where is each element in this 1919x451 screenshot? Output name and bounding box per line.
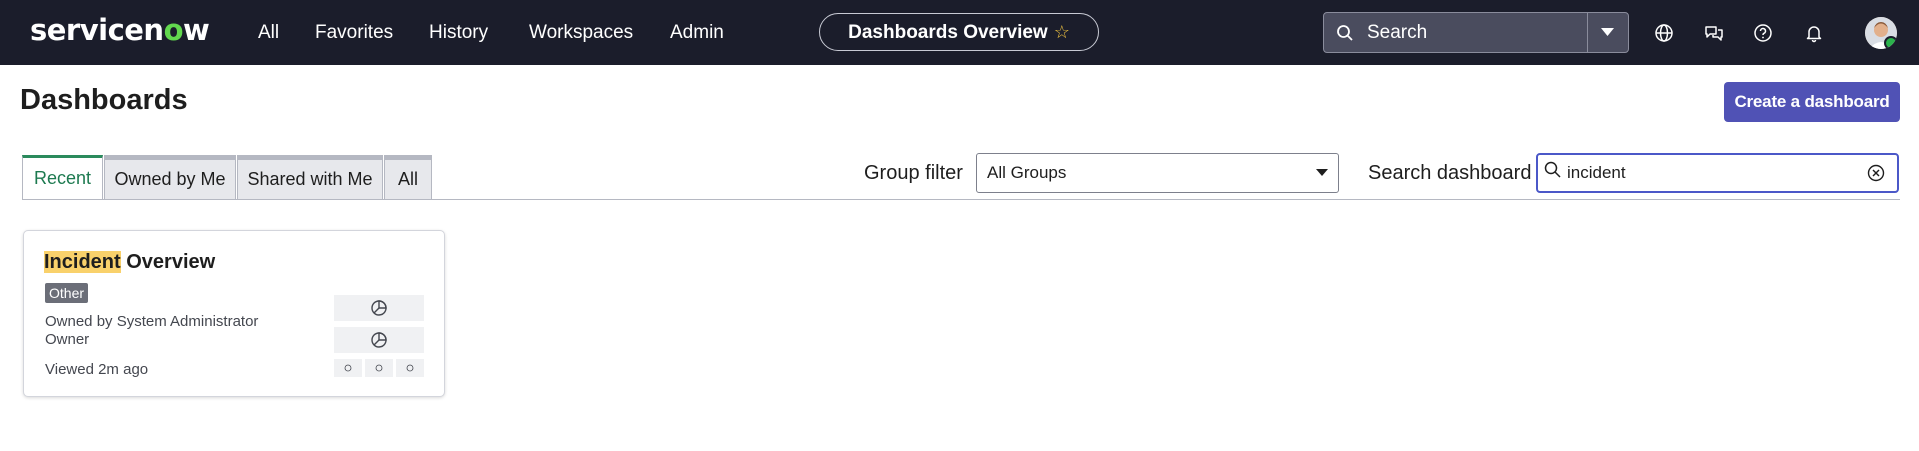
owner-role-text: Owner: [45, 331, 90, 348]
dashboard-owner-info: Owned by System Administrator Owner: [45, 313, 258, 349]
search-scope-dropdown[interactable]: [1587, 13, 1628, 52]
thumbnail-widget-small: [365, 359, 393, 377]
nav-history[interactable]: History: [429, 0, 488, 65]
page-title: Dashboards: [20, 84, 188, 116]
group-filter-label: Group filter: [864, 162, 963, 184]
global-search[interactable]: Search: [1323, 12, 1629, 53]
logo-text-start: servicen: [30, 13, 164, 47]
top-navigation-bar: servicenow All Favorites History Workspa…: [0, 0, 1919, 65]
group-filter-value: All Groups: [987, 163, 1067, 182]
user-avatar[interactable]: [1865, 17, 1897, 49]
pie-chart-icon: [371, 332, 387, 348]
nav-all[interactable]: All: [258, 0, 279, 65]
search-dashboard-label: Search dashboard: [1368, 162, 1532, 184]
dashboard-card-title[interactable]: Incident Overview: [44, 251, 215, 274]
search-icon: [1337, 25, 1353, 41]
tab-owned-by-me[interactable]: Owned by Me: [104, 155, 236, 199]
logo-text-o: o: [163, 13, 184, 47]
thumbnail-widget: [334, 327, 424, 353]
globe-icon[interactable]: [1653, 22, 1675, 44]
group-filter-select[interactable]: All Groups: [976, 153, 1339, 193]
pie-chart-icon: [371, 300, 387, 316]
nav-favorites[interactable]: Favorites: [315, 0, 393, 65]
category-badge: Other: [45, 283, 89, 303]
dashboard-thumbnail: [334, 295, 424, 377]
page-context-title: Dashboards Overview: [848, 22, 1048, 43]
chevron-down-icon: [1316, 169, 1328, 176]
online-status-dot: [1884, 36, 1897, 49]
global-search-input[interactable]: Search: [1367, 13, 1427, 52]
tab-recent[interactable]: Recent: [22, 155, 103, 200]
favorite-star-icon[interactable]: ☆: [1054, 22, 1070, 42]
tab-all[interactable]: All: [384, 155, 432, 199]
page-context-pill[interactable]: Dashboards Overview ☆: [819, 13, 1099, 51]
chevron-down-icon: [1601, 28, 1614, 36]
clear-search-icon[interactable]: [1867, 164, 1885, 182]
thumbnail-widget-small: [334, 359, 362, 377]
chat-icon[interactable]: [1703, 22, 1725, 44]
thumbnail-widget-small: [396, 359, 424, 377]
dashboard-card-title-rest: Overview: [120, 251, 216, 273]
create-dashboard-button[interactable]: Create a dashboard: [1724, 82, 1900, 122]
help-icon[interactable]: [1752, 22, 1774, 44]
tab-shared-with-me[interactable]: Shared with Me: [237, 155, 383, 199]
tabs-divider: [22, 199, 1900, 200]
dashboard-card[interactable]: Incident Overview Other Owned by System …: [23, 230, 445, 397]
nav-workspaces[interactable]: Workspaces: [529, 0, 633, 65]
search-dashboard-value[interactable]: incident: [1567, 155, 1626, 191]
logo-text-end: w: [183, 13, 210, 47]
search-icon: [1544, 161, 1561, 178]
notifications-bell-icon[interactable]: [1803, 22, 1825, 44]
thumbnail-widget: [334, 295, 424, 321]
search-dashboard-input[interactable]: incident: [1536, 153, 1899, 193]
pie-chart-icon: [375, 364, 383, 372]
servicenow-logo[interactable]: servicenow: [30, 13, 210, 47]
owned-by-text: Owned by System Administrator: [45, 313, 259, 330]
last-viewed-text: Viewed 2m ago: [45, 361, 149, 378]
pie-chart-icon: [406, 364, 414, 372]
pie-chart-icon: [344, 364, 352, 372]
nav-admin[interactable]: Admin: [670, 0, 724, 65]
search-match-highlight: Incident: [44, 251, 121, 273]
